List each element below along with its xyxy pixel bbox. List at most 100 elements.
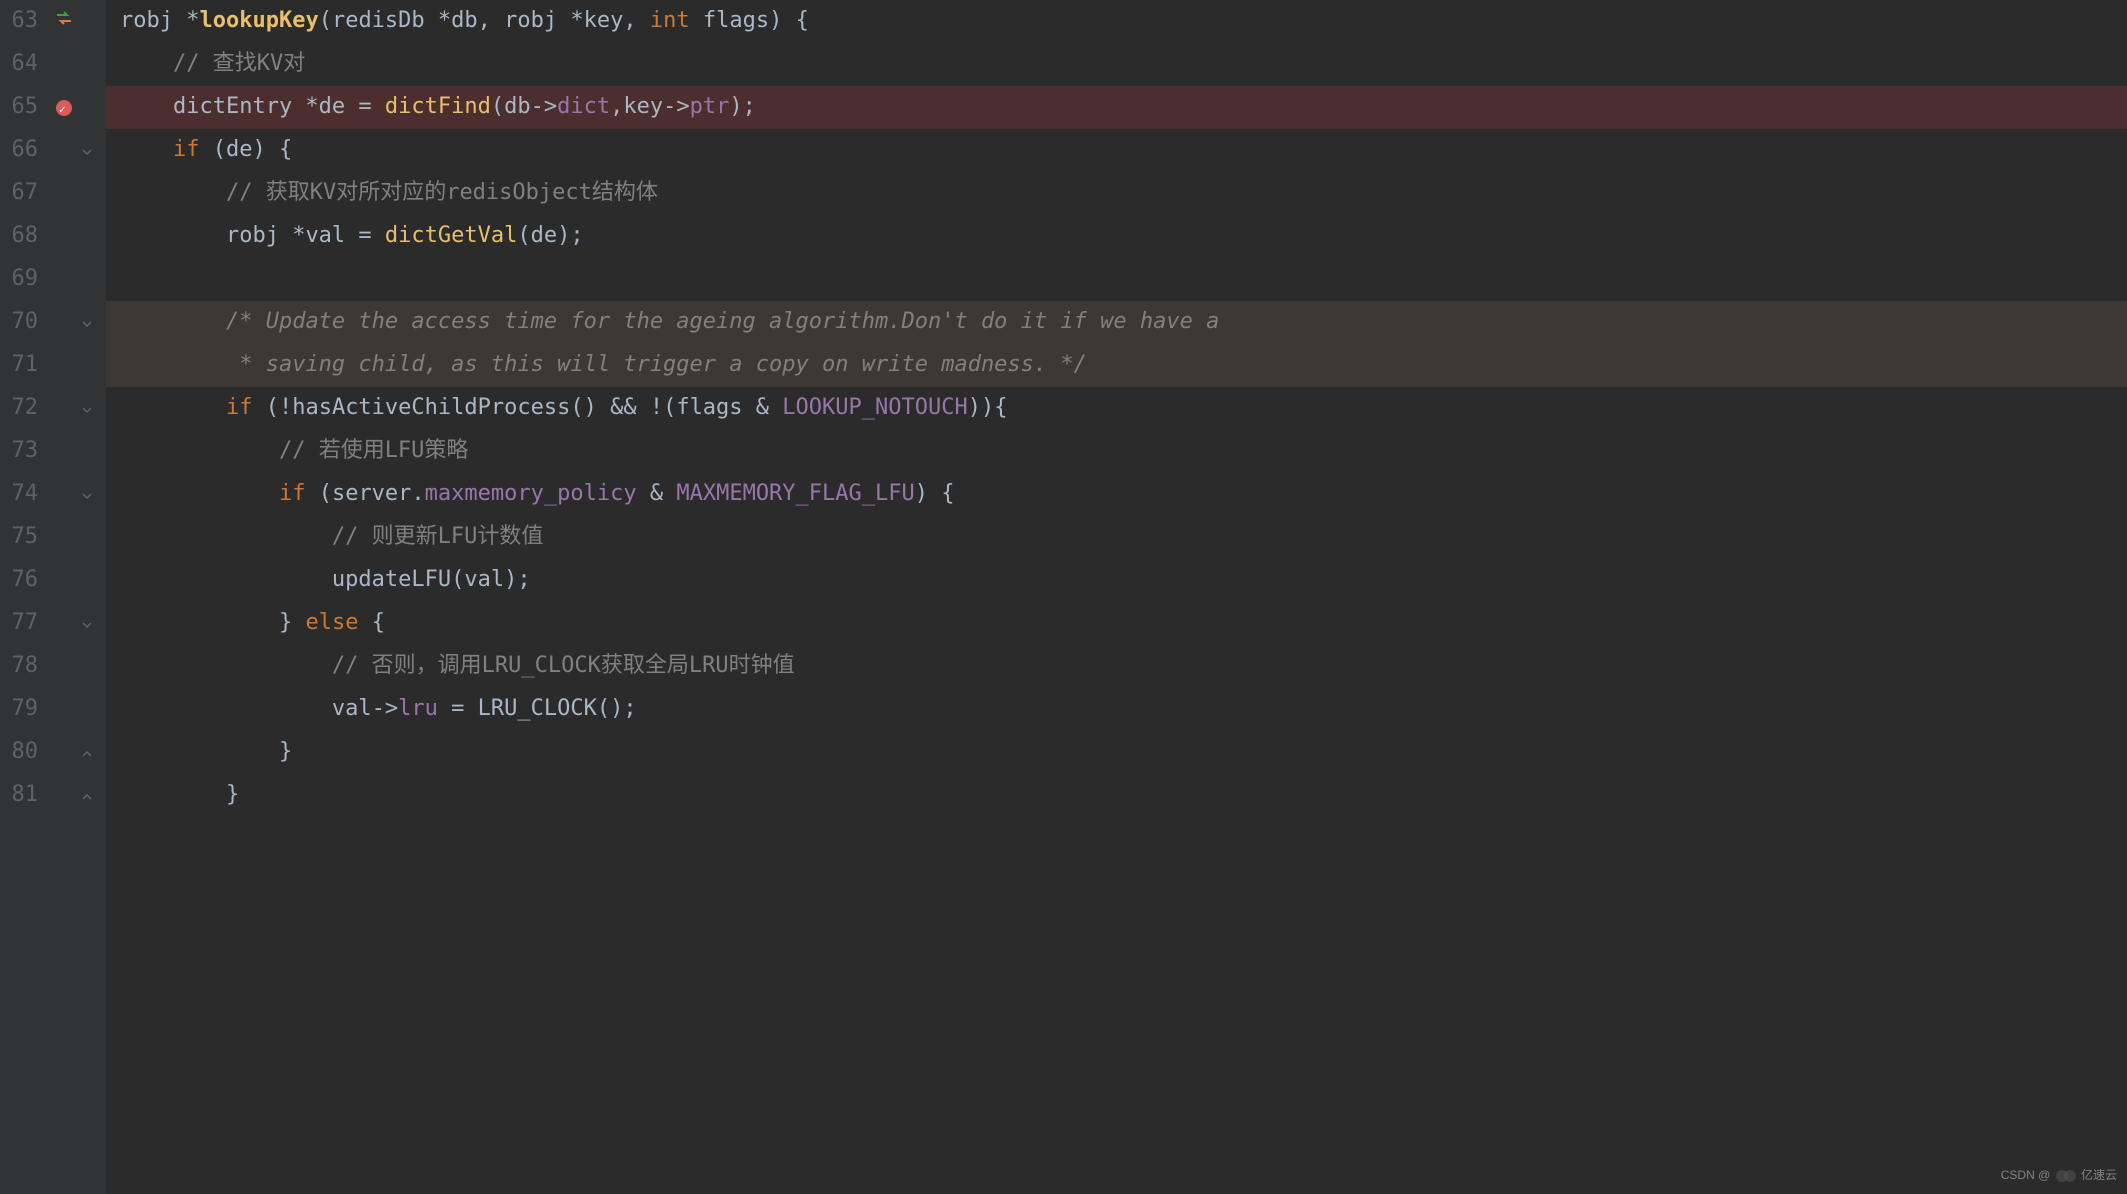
code-token: flags) { [703, 0, 809, 43]
code-line[interactable]: // 否则，调用LRU_CLOCK获取全局LRU时钟值 [120, 645, 2127, 688]
fold-gutter [78, 0, 98, 1194]
code-line[interactable]: * saving child, as this will trigger a c… [106, 344, 2127, 387]
code-line[interactable]: // 查找KV对 [120, 43, 2127, 86]
code-line[interactable]: // 则更新LFU计数值 [120, 516, 2127, 559]
code-line[interactable]: } else { [120, 602, 2127, 645]
code-token: lookupKey [199, 0, 318, 43]
code-token: (de); [517, 215, 583, 258]
line-number: 79 [0, 688, 38, 731]
code-token: // 则更新LFU计数值 [332, 516, 543, 559]
line-number: 78 [0, 645, 38, 688]
code-token: dict [557, 86, 610, 129]
code-line[interactable] [120, 258, 2127, 301]
code-editor[interactable]: 63646566676869707172737475767778798081 r… [0, 0, 2127, 1194]
code-token: updateLFU(val); [332, 559, 531, 602]
code-token: maxmemory_policy [425, 473, 637, 516]
code-line[interactable]: val->lru = LRU_CLOCK(); [120, 688, 2127, 731]
code-token: MAXMEMORY_FLAG_LFU [676, 473, 914, 516]
line-number: 76 [0, 559, 38, 602]
code-token: // 查找KV对 [173, 43, 305, 86]
code-line[interactable]: /* Update the access time for the ageing… [106, 301, 2127, 344]
code-token: ,key-> [610, 86, 689, 129]
code-line[interactable]: } [120, 774, 2127, 817]
code-area[interactable]: robj *lookupKey(redisDb *db, robj *key, … [106, 0, 2127, 1194]
code-token: lru [398, 688, 438, 731]
code-token: robj *val = [226, 215, 385, 258]
code-token: LOOKUP_NOTOUCH [782, 387, 967, 430]
fold-close-icon[interactable] [82, 790, 94, 802]
code-token: )){ [968, 387, 1008, 430]
line-number: 77 [0, 602, 38, 645]
watermark-text: CSDN @ [2001, 1168, 2051, 1182]
code-token: (db-> [491, 86, 557, 129]
code-token: { [372, 602, 385, 645]
code-token: if [173, 129, 213, 172]
watermark: CSDN @ 亿速云 [2001, 1164, 2117, 1188]
swap-icon [55, 0, 73, 43]
line-number: 67 [0, 172, 38, 215]
watermark-brand: 亿速云 [2081, 1168, 2117, 1182]
code-token: dictGetVal [385, 215, 517, 258]
code-token: } [279, 731, 292, 774]
code-token: // 获取KV对所对应的redisObject结构体 [226, 172, 658, 215]
code-line[interactable]: if (!hasActiveChildProcess() && !(flags … [120, 387, 2127, 430]
code-line[interactable]: // 获取KV对所对应的redisObject结构体 [120, 172, 2127, 215]
fold-open-icon[interactable] [82, 403, 94, 415]
fold-open-icon[interactable] [82, 489, 94, 501]
code-token: // 若使用LFU策略 [279, 430, 468, 473]
code-token: * [186, 0, 199, 43]
code-token: (redisDb [319, 0, 438, 43]
fold-open-icon[interactable] [82, 145, 94, 157]
line-number: 73 [0, 430, 38, 473]
code-token: = LRU_CLOCK(); [438, 688, 637, 731]
code-token: // 否则，调用LRU_CLOCK获取全局LRU时钟值 [332, 645, 795, 688]
code-token: if [226, 387, 266, 430]
code-line[interactable]: robj *val = dictGetVal(de); [120, 215, 2127, 258]
line-number: 81 [0, 774, 38, 817]
code-line[interactable]: } [120, 731, 2127, 774]
line-number: 75 [0, 516, 38, 559]
line-number: 68 [0, 215, 38, 258]
gutter-icons [50, 0, 78, 1194]
code-token: dictFind [385, 86, 491, 129]
code-token: if [279, 473, 319, 516]
watermark-logo-icon [2054, 1164, 2078, 1188]
code-line[interactable]: if (server.maxmemory_policy & MAXMEMORY_… [120, 473, 2127, 516]
breakpoint-icon[interactable] [56, 100, 72, 116]
code-token: *key [570, 0, 623, 43]
code-token: /* Update the access time for the ageing… [226, 301, 1219, 344]
code-token: val-> [332, 688, 398, 731]
code-token: & [637, 473, 677, 516]
fold-close-icon[interactable] [82, 747, 94, 759]
line-number: 63 [0, 0, 38, 43]
code-token: ) { [915, 473, 955, 516]
fold-open-icon[interactable] [82, 317, 94, 329]
line-number: 66 [0, 129, 38, 172]
code-token: robj [120, 0, 186, 43]
code-token: (de) { [213, 129, 292, 172]
code-line[interactable]: if (de) { [120, 129, 2127, 172]
code-line[interactable]: // 若使用LFU策略 [120, 430, 2127, 473]
line-numbers: 63646566676869707172737475767778798081 [0, 0, 50, 1194]
code-token: * saving child, as this will trigger a c… [226, 344, 1087, 387]
line-number: 72 [0, 387, 38, 430]
code-token: , robj [478, 0, 571, 43]
code-token: *db [438, 0, 478, 43]
fold-open-icon[interactable] [82, 618, 94, 630]
code-token: } [226, 774, 239, 817]
code-token: ); [729, 86, 756, 129]
code-token: ptr [690, 86, 730, 129]
code-line[interactable]: dictEntry *de = dictFind(db->dict,key->p… [106, 86, 2127, 129]
gutter: 63646566676869707172737475767778798081 [0, 0, 106, 1194]
line-number: 80 [0, 731, 38, 774]
line-number: 70 [0, 301, 38, 344]
line-number: 65 [0, 86, 38, 129]
line-number: 69 [0, 258, 38, 301]
code-line[interactable]: updateLFU(val); [120, 559, 2127, 602]
code-token: int [650, 0, 703, 43]
line-number: 74 [0, 473, 38, 516]
code-line[interactable]: robj *lookupKey(redisDb *db, robj *key, … [120, 0, 2127, 43]
line-number: 71 [0, 344, 38, 387]
code-token: } [279, 602, 306, 645]
code-token: else [305, 602, 371, 645]
